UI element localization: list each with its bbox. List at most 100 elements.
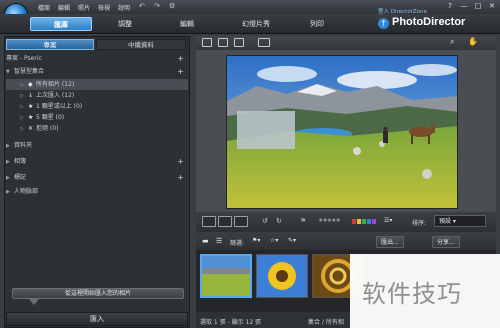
smart-item-label: 上次匯入 (12) [36, 92, 75, 99]
section-albums[interactable]: ▶ 相簿 + [6, 156, 188, 167]
add-tag-icon[interactable]: + [177, 172, 184, 183]
grid-view-icon[interactable] [202, 38, 212, 47]
zoom-search-icon[interactable]: ⌕ [450, 37, 454, 47]
menu-view[interactable]: 檢視 [98, 3, 110, 12]
compare-view-icon[interactable] [234, 38, 244, 47]
share-button[interactable]: 分享... [432, 236, 460, 248]
help-button[interactable]: ? [444, 2, 456, 10]
star-rating-icon[interactable]: ★★★★★ [318, 217, 341, 224]
filter-pen-icon[interactable]: ✎▾ [288, 237, 296, 244]
smart-item-last-import[interactable]: ▷ ↓ 上次匯入 (12) [6, 90, 188, 101]
filter-flag-icon[interactable]: ⚑▾ [252, 237, 260, 244]
close-button[interactable]: ✕ [486, 2, 498, 10]
reject-icon: ✕ [28, 125, 34, 132]
import-button[interactable]: 匯入 [6, 312, 188, 326]
photodirector-window: 檔案 編輯 照片 檢視 說明 ↶ ↷ ⚙ 登入 DirectorZone ? —… [0, 0, 500, 328]
thumbnail[interactable] [256, 254, 308, 298]
rotate-left-icon[interactable]: ↺ [262, 217, 268, 225]
smart-item-label: 所有相片 (12) [36, 81, 75, 88]
color-label-yellow[interactable] [357, 219, 361, 224]
rotate-right-icon[interactable]: ↻ [276, 217, 282, 225]
single-view-icon[interactable] [202, 216, 216, 227]
list-options-icon[interactable]: ☰▾ [384, 217, 392, 224]
menu-edit[interactable]: 編輯 [58, 3, 70, 12]
expand-arrow-icon: ▶ [6, 189, 10, 195]
expand-arrow-icon: ▶ [6, 143, 10, 149]
settings-gear-icon[interactable]: ⚙ [169, 2, 175, 10]
export-label: 匯出... [381, 239, 399, 246]
add-smart-collection-icon[interactable]: + [177, 66, 184, 77]
color-label-purple[interactable] [372, 219, 376, 224]
smart-item-rejected[interactable]: ▷ ✕ 拒絕 (0) [6, 123, 188, 134]
project-header-label: 專案 - Pseric [6, 55, 42, 62]
color-label-red[interactable] [352, 219, 356, 224]
export-button[interactable]: 匯出... [376, 236, 404, 248]
smart-item-all-photos[interactable]: ▷ ◆ 所有相片 (12) [6, 79, 188, 90]
section-label: 標記 [14, 174, 27, 181]
filter-rating-icon[interactable]: ☆▾ [270, 237, 278, 244]
tab-metadata[interactable]: 中繼資料 [96, 39, 186, 50]
collection-status: 集合 / 所有相 [308, 319, 344, 326]
minimize-button[interactable]: — [458, 2, 470, 10]
tab-adjust[interactable]: 調整 [100, 17, 150, 31]
hand-pan-icon[interactable]: ✋ [468, 37, 478, 46]
thumbnail-landscape [202, 256, 250, 296]
smart-item-five-star[interactable]: ▷ ★ 5 顆星 (0) [6, 112, 188, 123]
import-icon: ↓ [28, 92, 34, 99]
menu-photo[interactable]: 照片 [78, 3, 90, 12]
section-folders[interactable]: ▶ 資料夾 [6, 140, 188, 151]
color-label-blue[interactable] [367, 219, 371, 224]
collapse-arrow-icon: ▷ [20, 126, 24, 132]
add-project-icon[interactable]: + [177, 53, 184, 64]
section-label: 人物臉部 [14, 188, 39, 195]
section-label: 相簿 [14, 158, 27, 165]
menu-file[interactable]: 檔案 [38, 3, 50, 12]
import-prompt-button[interactable]: 從這裡開始匯入您的相片 [12, 288, 184, 299]
smart-item-one-star[interactable]: ▷ ★ 1 顆星或以上 (0) [6, 101, 188, 112]
selection-status: 選取 1 張 - 顯示 12 張 [200, 319, 262, 326]
star-icon: ★ [28, 114, 34, 121]
expand-arrow-icon: ▼ [6, 69, 10, 75]
smart-item-label: 5 顆星 (0) [36, 114, 65, 121]
tab-edit[interactable]: 編輯 [162, 17, 212, 31]
expand-arrow-icon: ▶ [6, 159, 10, 165]
watermark-text: 软件技巧 [362, 280, 462, 308]
tab-slideshow[interactable]: 幻燈片秀 [226, 17, 286, 31]
tab-print[interactable]: 列印 [292, 17, 342, 31]
grid-size-icon[interactable]: ▬ [202, 237, 209, 245]
smart-collections-label: 智慧型集合 [14, 68, 45, 75]
reject-flag-icon[interactable]: ⚑ [300, 217, 306, 225]
fullscreen-icon[interactable] [258, 38, 270, 47]
sort-select[interactable]: 預設 ▾ [434, 215, 486, 227]
tab-projects[interactable]: 專案 [6, 39, 94, 50]
color-label-green[interactable] [362, 219, 366, 224]
star-icon: ★ [28, 103, 34, 110]
maximize-button[interactable]: □ [472, 2, 484, 10]
smart-collections-header[interactable]: ▼ 智慧型集合 + [6, 66, 188, 77]
tab-library[interactable]: 匯庫 [30, 17, 92, 31]
menu-help[interactable]: 說明 [118, 3, 130, 12]
loupe-view-icon[interactable] [218, 38, 228, 47]
expand-arrow-icon: ▶ [6, 175, 10, 181]
main-photo[interactable] [226, 55, 458, 209]
dual-view-icon[interactable] [218, 216, 232, 227]
undo-icon[interactable]: ↶ [139, 2, 145, 10]
multi-view-icon[interactable] [234, 216, 248, 227]
project-header[interactable]: 專案 - Pseric + [6, 53, 188, 64]
section-label: 資料夾 [14, 142, 33, 149]
smart-item-label: 拒絕 (0) [36, 125, 59, 132]
sort-label: 排序: [412, 220, 427, 227]
list-view-icon[interactable]: ☰ [216, 237, 222, 245]
pointer-arrow-icon [29, 299, 39, 305]
filter-label: 篩選: [230, 240, 245, 247]
thumbnail-selected[interactable] [200, 254, 252, 298]
redo-icon[interactable]: ↷ [154, 2, 160, 10]
landscape-photo-image [227, 56, 457, 208]
brand-arrow-icon: ↑ [378, 18, 389, 29]
add-album-icon[interactable]: + [177, 156, 184, 167]
thumbnail-sunflower [257, 255, 307, 297]
smart-item-label: 1 顆星或以上 (0) [36, 103, 83, 110]
section-tags[interactable]: ▶ 標記 + [6, 172, 188, 183]
all-photos-icon: ◆ [28, 81, 33, 88]
section-faces[interactable]: ▶ 人物臉部 [6, 186, 188, 197]
